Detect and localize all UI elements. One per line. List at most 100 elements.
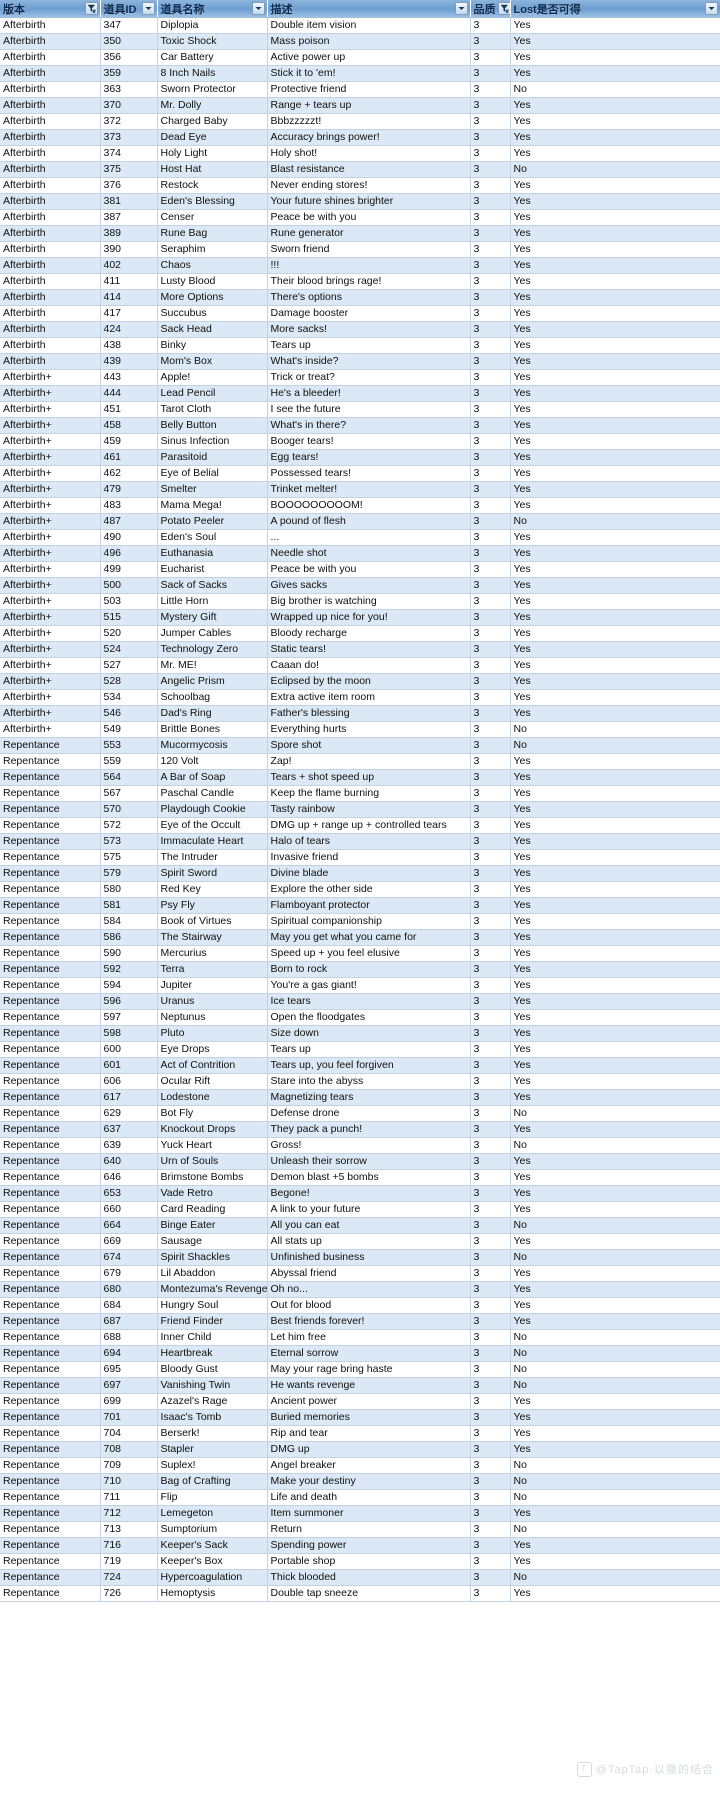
cell-lost[interactable]: Yes (510, 1185, 720, 1202)
table-row[interactable]: Repentance 669 Sausage All stats up 3 Yes (0, 1233, 720, 1250)
cell-version[interactable]: Afterbirth (0, 241, 101, 258)
cell-version[interactable]: Repentance (0, 1393, 101, 1410)
cell-name[interactable]: Binge Eater (157, 1217, 268, 1234)
cell-version[interactable]: Afterbirth+ (0, 545, 101, 562)
cell-id[interactable]: 462 (100, 465, 158, 482)
table-row[interactable]: Afterbirth+ 479 Smelter Trinket melter! 3 Yes (0, 481, 720, 498)
cell-name[interactable]: Card Reading (157, 1201, 268, 1218)
cell-name[interactable]: Yuck Heart (157, 1137, 268, 1154)
cell-desc[interactable]: Stare into the abyss (267, 1073, 471, 1090)
table-row[interactable]: Afterbirth 375 Host Hat Blast resistance 3 No (0, 161, 720, 178)
cell-quality[interactable]: 3 (470, 481, 511, 498)
table-row[interactable]: Repentance 712 Lemegeton Item summoner 3 Yes (0, 1505, 720, 1522)
cell-version[interactable]: Repentance (0, 1137, 101, 1154)
cell-desc[interactable]: Defense drone (267, 1105, 471, 1122)
cell-version[interactable]: Repentance (0, 1201, 101, 1218)
cell-id[interactable]: 713 (100, 1521, 158, 1538)
cell-quality[interactable]: 3 (470, 1393, 511, 1410)
cell-desc[interactable]: All stats up (267, 1233, 471, 1250)
cell-lost[interactable]: Yes (510, 1585, 720, 1602)
cell-quality[interactable]: 3 (470, 961, 511, 978)
cell-desc[interactable]: Your future shines brighter (267, 193, 471, 210)
cell-id[interactable]: 640 (100, 1153, 158, 1170)
cell-quality[interactable]: 3 (470, 417, 511, 434)
table-row[interactable]: Repentance 637 Knockout Drops They pack a p… (0, 1121, 720, 1138)
cell-name[interactable]: Jumper Cables (157, 625, 268, 642)
cell-version[interactable]: Repentance (0, 1073, 101, 1090)
cell-desc[interactable]: BOOOOOOOOOM! (267, 497, 471, 514)
cell-lost[interactable]: Yes (510, 881, 720, 898)
cell-name[interactable]: Mercurius (157, 945, 268, 962)
cell-desc[interactable]: Spending power (267, 1537, 471, 1554)
cell-lost[interactable]: Yes (510, 209, 720, 226)
cell-desc[interactable]: Rip and tear (267, 1425, 471, 1442)
cell-quality[interactable]: 3 (470, 1009, 511, 1026)
cell-desc[interactable]: Eternal sorrow (267, 1345, 471, 1362)
cell-lost[interactable]: Yes (510, 497, 720, 514)
cell-id[interactable]: 374 (100, 145, 158, 162)
cell-version[interactable]: Repentance (0, 753, 101, 770)
cell-desc[interactable]: Size down (267, 1025, 471, 1042)
cell-version[interactable]: Repentance (0, 1537, 101, 1554)
cell-lost[interactable]: Yes (510, 705, 720, 722)
cell-quality[interactable]: 3 (470, 1585, 511, 1602)
cell-name[interactable]: Jupiter (157, 977, 268, 994)
cell-lost[interactable]: Yes (510, 801, 720, 818)
cell-quality[interactable]: 3 (470, 609, 511, 626)
cell-version[interactable]: Repentance (0, 1345, 101, 1362)
cell-id[interactable]: 581 (100, 897, 158, 914)
cell-lost[interactable]: No (510, 721, 720, 738)
cell-lost[interactable]: Yes (510, 97, 720, 114)
cell-desc[interactable]: Speed up + you feel elusive (267, 945, 471, 962)
cell-name[interactable]: Spirit Sword (157, 865, 268, 882)
cell-quality[interactable]: 3 (470, 1553, 511, 1570)
cell-desc[interactable]: Flamboyant protector (267, 897, 471, 914)
cell-quality[interactable]: 3 (470, 209, 511, 226)
cell-quality[interactable]: 3 (470, 401, 511, 418)
table-row[interactable]: Afterbirth+ 528 Angelic Prism Eclipsed by t… (0, 673, 720, 690)
cell-lost[interactable]: Yes (510, 465, 720, 482)
chevron-down-icon[interactable] (454, 2, 468, 15)
cell-version[interactable]: Afterbirth (0, 113, 101, 130)
cell-lost[interactable]: Yes (510, 865, 720, 882)
cell-desc[interactable]: Active power up (267, 49, 471, 66)
cell-lost[interactable]: Yes (510, 1169, 720, 1186)
cell-desc[interactable]: Ice tears (267, 993, 471, 1010)
cell-id[interactable]: 594 (100, 977, 158, 994)
cell-version[interactable]: Afterbirth+ (0, 401, 101, 418)
cell-version[interactable]: Repentance (0, 1281, 101, 1298)
cell-desc[interactable]: Blast resistance (267, 161, 471, 178)
cell-lost[interactable]: Yes (510, 993, 720, 1010)
cell-name[interactable]: Sack Head (157, 321, 268, 338)
cell-id[interactable]: 438 (100, 337, 158, 354)
cell-id[interactable]: 347 (100, 17, 158, 34)
cell-name[interactable]: Dad's Ring (157, 705, 268, 722)
cell-lost[interactable]: Yes (510, 1505, 720, 1522)
cell-name[interactable]: Uranus (157, 993, 268, 1010)
cell-version[interactable]: Repentance (0, 737, 101, 754)
cell-name[interactable]: Lead Pencil (157, 385, 268, 402)
cell-quality[interactable]: 3 (470, 1105, 511, 1122)
cell-desc[interactable]: Extra active item room (267, 689, 471, 706)
cell-quality[interactable]: 3 (470, 833, 511, 850)
cell-quality[interactable]: 3 (470, 657, 511, 674)
table-row[interactable]: Afterbirth 402 Chaos!!! 3 Yes (0, 257, 720, 274)
cell-quality[interactable]: 3 (470, 49, 511, 66)
table-row[interactable]: Afterbirth+ 443 Apple! Trick or treat? 3 Yes (0, 369, 720, 386)
funnel-filter-icon[interactable] (497, 2, 509, 15)
cell-desc[interactable]: Halo of tears (267, 833, 471, 850)
table-row[interactable]: Repentance 590 Mercurius Speed up + you fee… (0, 945, 720, 962)
cell-desc[interactable]: Rune generator (267, 225, 471, 242)
cell-version[interactable]: Repentance (0, 1089, 101, 1106)
cell-lost[interactable]: Yes (510, 1009, 720, 1026)
cell-id[interactable]: 451 (100, 401, 158, 418)
table-row[interactable]: Afterbirth 387 Censer Peace be with you 3 Yes (0, 209, 720, 226)
cell-quality[interactable]: 3 (470, 1201, 511, 1218)
cell-id[interactable]: 572 (100, 817, 158, 834)
cell-name[interactable]: Stapler (157, 1441, 268, 1458)
cell-desc[interactable]: Stick it to 'em! (267, 65, 471, 82)
cell-quality[interactable]: 3 (470, 257, 511, 274)
cell-version[interactable]: Repentance (0, 1169, 101, 1186)
cell-version[interactable]: Repentance (0, 929, 101, 946)
cell-id[interactable]: 674 (100, 1249, 158, 1266)
